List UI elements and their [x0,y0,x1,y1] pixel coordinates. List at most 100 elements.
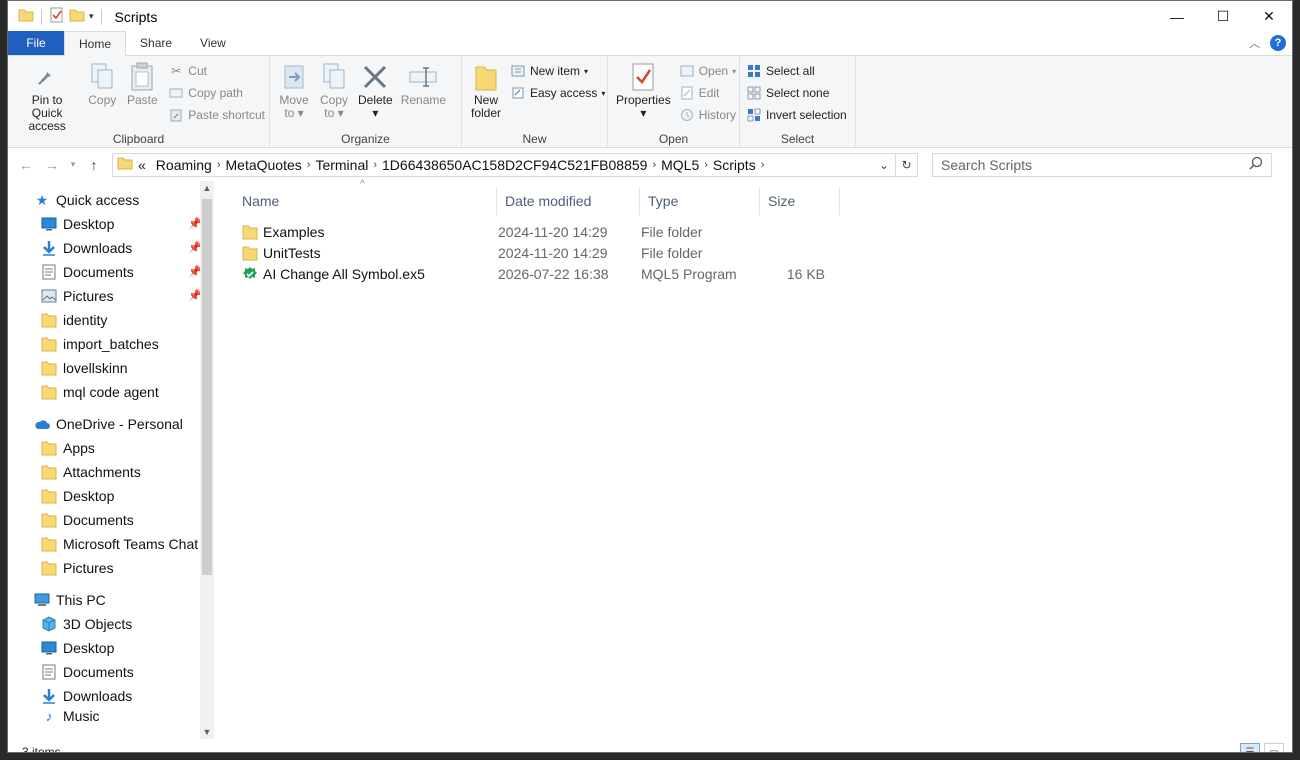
ribbon-help-area: ︿ ? [1249,35,1286,51]
file-size: 16 KB [786,265,825,282]
copy-path-button[interactable]: Copy path [168,84,265,102]
select-none-icon [746,85,762,101]
collapse-ribbon-icon[interactable]: ︿ [1249,35,1260,51]
file-name: AI Change All Symbol.ex5 [263,265,425,282]
history-label: History [698,108,737,122]
paste-shortcut-button[interactable]: Paste shortcut [168,106,265,124]
tab-view[interactable]: View [186,31,240,55]
nav-import-batches[interactable]: import_batches [8,332,214,356]
nav-label: Microsoft Teams Chat [63,536,199,552]
breadcrumb-roaming[interactable]: Roaming [151,157,217,173]
nav-this-pc[interactable]: This PC [8,588,214,612]
scrollbar-thumb[interactable] [202,199,212,575]
folder-icon [41,440,57,456]
new-item-button[interactable]: New item ▾ [510,62,605,80]
nav-quick-access[interactable]: ★ Quick access [8,188,214,212]
address-dropdown-icon[interactable]: ⌄ [873,154,895,176]
up-arrow-icon[interactable]: ↑ [84,157,104,173]
select-none-button[interactable]: Select none [746,84,847,102]
refresh-icon[interactable]: ↻ [895,153,917,176]
tab-file[interactable]: File [8,31,64,55]
new-folder-icon[interactable] [69,7,85,26]
nav-label: Pictures [63,288,114,304]
folder-icon [41,512,57,528]
easy-access-button[interactable]: Easy access ▾ [510,84,605,102]
explorer-window: ▾ Scripts — ☐ ✕ File Home Share View ︿ ?… [7,0,1293,753]
breadcrumb-mql5[interactable]: MQL5 [656,157,704,173]
close-button[interactable]: ✕ [1246,1,1292,32]
column-date-modified[interactable]: Date modified [497,187,640,215]
nav-scrollbar[interactable]: ▲ ▼ [200,181,214,739]
table-row[interactable]: UnitTests 2024-11-20 14:29 File folder [234,242,1292,263]
select-group-label: Select [780,132,815,146]
nav-documents[interactable]: Documents 📌 [8,260,214,284]
nav-od-pictures[interactable]: Pictures [8,556,214,580]
nav-pc-documents[interactable]: Documents [8,660,214,684]
address-overflow[interactable]: « [133,157,151,173]
nav-pc-desktop[interactable]: Desktop [8,636,214,660]
nav-3d-objects[interactable]: 3D Objects [8,612,214,636]
nav-onedrive[interactable]: OneDrive - Personal [8,412,214,436]
breadcrumb-terminal-id[interactable]: 1D66438650AC158D2CF94C521FB08859 [377,157,652,173]
details-view-icon[interactable]: ☰ [1240,743,1260,752]
breadcrumb-metaquotes[interactable]: MetaQuotes [221,157,307,173]
nav-od-desktop[interactable]: Desktop [8,484,214,508]
nav-identity[interactable]: identity [8,308,214,332]
open-button[interactable]: Open ▾ [679,62,736,80]
minimize-button[interactable]: — [1154,1,1200,32]
select-none-label: Select none [766,86,830,100]
invert-selection-button[interactable]: Invert selection [746,106,847,124]
scroll-up-arrow-icon[interactable]: ▲ [200,183,214,193]
properties-check-icon[interactable] [49,7,65,26]
history-button[interactable]: History [679,106,736,124]
recent-locations-chevron-icon[interactable]: ▾ [68,159,78,170]
nav-pc-downloads[interactable]: Downloads [8,684,214,708]
maximize-button[interactable]: ☐ [1200,1,1246,32]
copy-icon [86,60,118,94]
file-name: UnitTests [263,244,321,261]
nav-od-teams-chat[interactable]: Microsoft Teams Chat [8,532,214,556]
cut-button[interactable]: ✂ Cut [168,62,265,80]
customize-toolbar-arrow-icon[interactable]: ▾ [89,11,94,22]
scroll-down-arrow-icon[interactable]: ▼ [200,727,214,737]
select-all-button[interactable]: Select all [746,62,847,80]
file-date: 2024-11-20 14:29 [498,244,608,261]
address-folder-icon [117,155,133,174]
table-row[interactable]: Examples 2024-11-20 14:29 File folder [234,221,1292,242]
column-type[interactable]: Type [640,187,760,215]
status-bar: 3 items ☰ ▭ [8,739,1292,752]
nav-label: Downloads [63,240,133,256]
chevron-right-icon[interactable]: › [761,159,765,171]
nav-desktop[interactable]: Desktop 📌 [8,212,214,236]
nav-lovellskinn[interactable]: lovellskinn [8,356,214,380]
new-folder-label: New folder [470,93,502,120]
forward-arrow-icon[interactable]: → [42,157,62,173]
nav-label: Documents [63,512,134,528]
view-toggle: ☰ ▭ [1240,743,1284,752]
nav-downloads[interactable]: Downloads 📌 [8,236,214,260]
help-icon[interactable]: ? [1270,35,1286,51]
nav-pc-music[interactable]: ♪ Music [8,708,214,722]
navigation-bar: ← → ▾ ↑ « Roaming › MetaQuotes › Terminal ›… [8,148,1292,181]
edit-button[interactable]: Edit [679,84,736,102]
tab-home[interactable]: Home [64,31,127,56]
column-name[interactable]: Name [234,187,497,215]
nav-mql-code-agent[interactable]: mql code agent [8,380,214,404]
address-bar[interactable]: « Roaming › MetaQuotes › Terminal › 1D66438… [112,152,918,177]
nav-od-attachments[interactable]: Attachments [8,460,214,484]
search-box[interactable]: Search Scripts [932,152,1272,177]
column-headers: ^ Name Date modified Type Size [234,179,1292,221]
properties-icon [627,60,659,94]
folder-icon [41,360,57,376]
tab-share[interactable]: Share [126,31,186,55]
breadcrumb-terminal[interactable]: Terminal [310,157,373,173]
back-arrow-icon[interactable]: ← [16,157,36,173]
nav-od-documents[interactable]: Documents [8,508,214,532]
table-row[interactable]: AI Change All Symbol.ex5 2026-07-22 16:3… [234,263,1292,284]
breadcrumb-scripts[interactable]: Scripts [708,157,761,173]
nav-pictures[interactable]: Pictures 📌 [8,284,214,308]
column-size[interactable]: Size [760,187,840,215]
nav-od-apps[interactable]: Apps [8,436,214,460]
nav-label: Downloads [63,688,133,704]
large-icons-view-icon[interactable]: ▭ [1264,743,1284,752]
